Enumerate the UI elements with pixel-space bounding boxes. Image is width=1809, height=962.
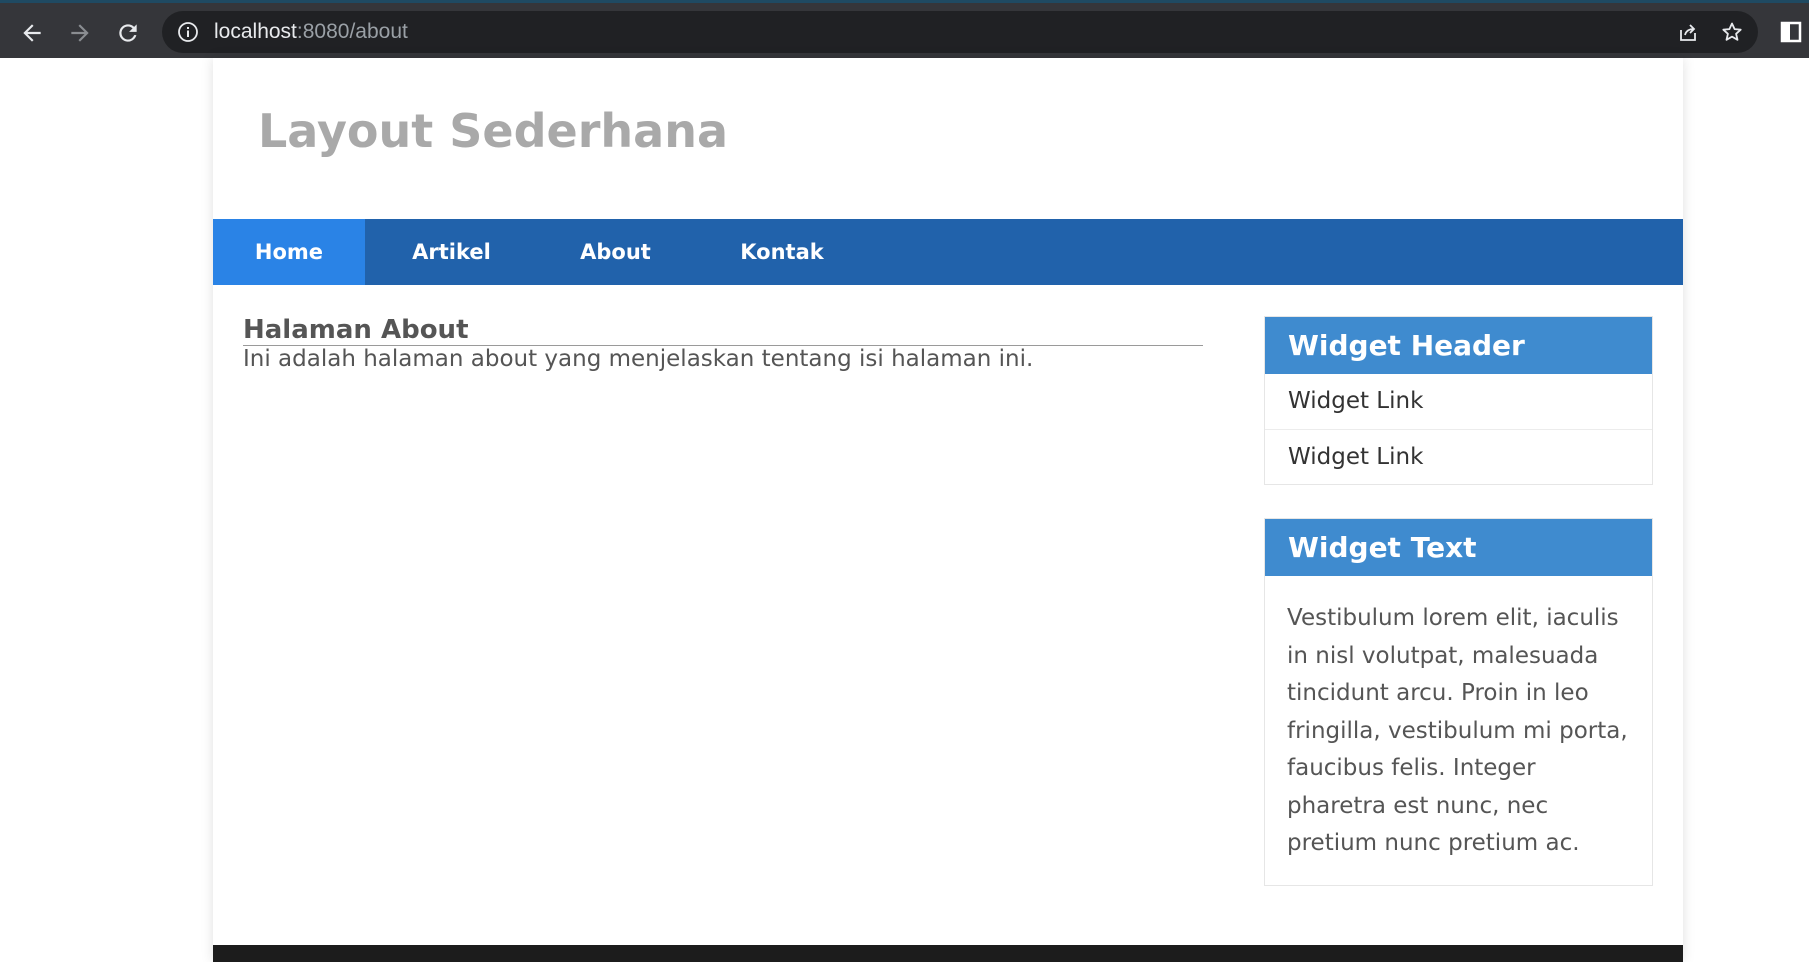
widget-text-body: Vestibulum lorem elit, iaculis in nisl v… — [1287, 605, 1628, 856]
page-container: Layout Sederhana Home Artikel About Kont… — [213, 58, 1683, 962]
forward-icon[interactable] — [62, 15, 98, 51]
widget-link[interactable]: Widget Link — [1265, 374, 1652, 429]
footer — [213, 945, 1683, 962]
widget-links: Widget Header Widget Link Widget Link — [1264, 316, 1653, 485]
info-icon[interactable] — [176, 20, 200, 44]
side-panel-icon[interactable] — [1779, 20, 1803, 44]
widget-text-header: Widget Text — [1265, 519, 1652, 576]
url-host: localhost — [214, 20, 297, 43]
nav-item-home[interactable]: Home — [213, 219, 365, 285]
reload-icon[interactable] — [110, 15, 146, 51]
nav-item-artikel[interactable]: Artikel — [365, 219, 538, 285]
url-text[interactable]: localhost:8080/about — [214, 20, 408, 44]
page-heading: Halaman About — [243, 315, 1203, 346]
browser-toolbar: localhost:8080/about — [0, 0, 1809, 58]
widget-text: Widget Text Vestibulum lorem elit, iacul… — [1264, 518, 1653, 886]
site-title: Layout Sederhana — [258, 104, 728, 158]
page-body-text: Ini adalah halaman about yang menjelaska… — [243, 346, 1034, 372]
back-icon[interactable] — [14, 15, 50, 51]
star-icon[interactable] — [1720, 20, 1744, 44]
main-content: Halaman About Ini adalah halaman about y… — [243, 315, 1203, 374]
share-icon[interactable] — [1676, 20, 1700, 44]
nav-item-about[interactable]: About — [538, 219, 693, 285]
widget-header: Widget Header — [1265, 317, 1652, 374]
url-path: :8080/about — [296, 20, 408, 43]
widget-link[interactable]: Widget Link — [1265, 429, 1652, 484]
address-bar[interactable]: localhost:8080/about — [162, 11, 1758, 53]
nav-item-kontak[interactable]: Kontak — [693, 219, 871, 285]
main-navigation: Home Artikel About Kontak — [213, 219, 1683, 285]
